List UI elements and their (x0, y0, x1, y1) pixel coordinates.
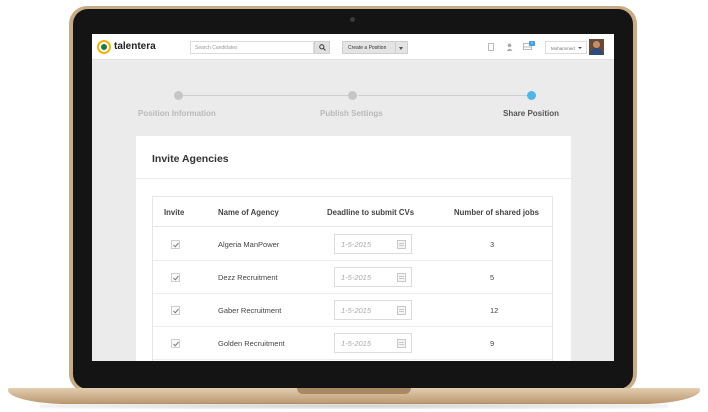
table-row: Gaber Recruitment 1-5-2015 12 (153, 294, 552, 327)
deadline-date-input[interactable]: 1-5-2015 (334, 267, 412, 287)
check-icon (173, 242, 179, 248)
search-input[interactable]: Search Candidates (190, 41, 314, 54)
card-title: Invite Agencies (152, 153, 229, 165)
deadline-date-input[interactable]: 1-5-2015 (334, 300, 412, 320)
column-header: Invite (164, 208, 185, 217)
step-label[interactable]: Position Information (138, 109, 216, 118)
logo-icon (97, 40, 111, 54)
step-connector (358, 95, 528, 96)
avatar[interactable] (589, 39, 604, 55)
search-button[interactable] (314, 41, 330, 54)
create-position-dropdown[interactable] (396, 41, 408, 54)
notification-badge: 1 (529, 41, 535, 46)
agency-name: Gaber Recruitment (218, 306, 282, 315)
shared-jobs-count: 3 (490, 240, 495, 249)
agency-name: Golden Recruitment (218, 339, 285, 348)
table-row: Golden Recruitment 1-5-2015 9 (153, 327, 552, 360)
step-connector (182, 95, 352, 96)
invite-checkbox[interactable] (171, 240, 180, 249)
divider (136, 178, 571, 179)
step-indicator[interactable] (174, 91, 183, 100)
deadline-value: 1-5-2015 (341, 240, 372, 249)
calendar-icon[interactable] (397, 273, 406, 282)
invite-agencies-card: Invite Agencies Invite Name of Agency De… (136, 136, 571, 361)
table-row: Dezz Recruitment 1-5-2015 5 (153, 261, 552, 294)
step-label[interactable]: Publish Settings (320, 109, 383, 118)
calendar-icon[interactable] (397, 240, 406, 249)
column-header: Number of shared jobs (454, 208, 539, 217)
shared-jobs-count: 9 (490, 339, 495, 348)
camera (350, 17, 355, 22)
invite-checkbox[interactable] (171, 339, 180, 348)
invite-checkbox[interactable] (171, 306, 180, 315)
logo-text: talentera (114, 41, 156, 52)
document-icon[interactable] (488, 43, 494, 51)
invite-checkbox[interactable] (171, 273, 180, 282)
deadline-date-input[interactable]: 1-5-2015 (334, 333, 412, 353)
search-icon (319, 44, 326, 51)
step-indicator-active[interactable] (527, 91, 536, 100)
calendar-icon[interactable] (397, 339, 406, 348)
top-navbar: talentera Search Candidates Create a Pos… (92, 34, 614, 60)
user-menu-dropdown[interactable]: Mohammed (545, 41, 587, 54)
deadline-value: 1-5-2015 (341, 339, 372, 348)
deadline-value: 1-5-2015 (341, 306, 372, 315)
check-icon (173, 341, 179, 347)
table-header: Invite Name of Agency Deadline to submit… (153, 197, 552, 227)
agency-name: Dezz Recruitment (218, 273, 278, 282)
calendar-icon[interactable] (397, 306, 406, 315)
column-header: Deadline to submit CVs (327, 208, 415, 217)
user-icon[interactable] (506, 43, 513, 51)
column-header: Name of Agency (218, 208, 279, 217)
agency-name: Algeria ManPower (218, 240, 280, 249)
create-position-button[interactable]: Create a Position (342, 41, 396, 54)
laptop-shadow (40, 403, 668, 409)
step-label-active[interactable]: Share Position (503, 109, 559, 118)
table-row: Algeria ManPower 1-5-2015 3 (153, 228, 552, 261)
check-icon (173, 308, 179, 314)
shared-jobs-count: 5 (490, 273, 495, 282)
deadline-value: 1-5-2015 (341, 273, 372, 282)
app-screen: talentera Search Candidates Create a Pos… (92, 34, 614, 361)
agencies-table: Invite Name of Agency Deadline to submit… (152, 196, 553, 361)
deadline-date-input[interactable]: 1-5-2015 (334, 234, 412, 254)
check-icon (173, 275, 179, 281)
step-indicator[interactable] (348, 91, 357, 100)
laptop-notch (297, 388, 411, 394)
shared-jobs-count: 12 (490, 306, 499, 315)
